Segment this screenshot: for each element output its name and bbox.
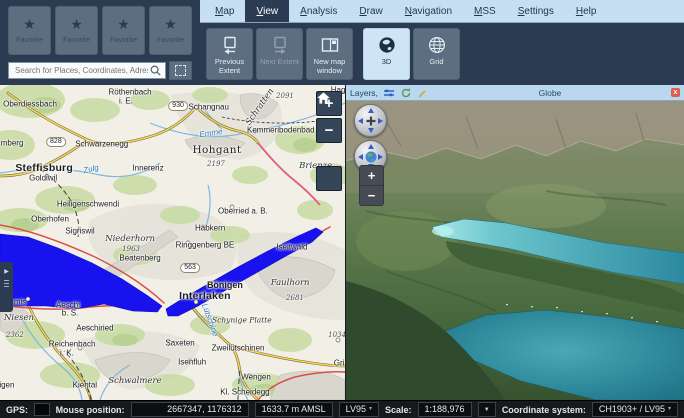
ribbon-button-label: Grid — [429, 57, 443, 66]
tab-draw[interactable]: Draw — [348, 0, 393, 22]
globe-zoom-widget: + − — [359, 165, 384, 206]
ribbon-button-3d[interactable]: 3D — [363, 28, 410, 80]
globe-zoom-out-button[interactable]: − — [360, 185, 383, 205]
arrow-down-icon — [368, 128, 374, 133]
star-icon: ★ — [117, 18, 130, 31]
search-box — [8, 62, 166, 79]
globe-grid-icon — [427, 34, 447, 55]
favorite-button-1[interactable]: ★ Favorite — [8, 6, 51, 55]
ribbon-button-label: Next Extent — [260, 57, 299, 66]
arrow-right-icon: ▶ — [4, 269, 9, 275]
chevron-down-icon: ▾ — [668, 404, 671, 415]
ribbon-button-grid[interactable]: Grid — [413, 28, 460, 80]
topbar: ★ Favorite ★ Favorite ★ Favorite ★ Favorite Map… — [0, 0, 684, 85]
refresh-icon[interactable] — [400, 87, 412, 99]
globe-panel: Layers, Globe x — [345, 85, 684, 400]
arrow-right-icon — [378, 154, 383, 160]
panel-handle[interactable]: ▶ — [0, 262, 13, 312]
favorite-label: Favorite — [63, 35, 90, 44]
favorites-row: ★ Favorite ★ Favorite ★ Favorite ★ Favorite — [8, 6, 192, 55]
layers-label[interactable]: Layers, — [350, 88, 378, 98]
gps-label: GPS: — [6, 405, 28, 415]
ribbon-button-previous-extent[interactable]: Previous Extent — [206, 28, 253, 80]
ribbon-button-label: Previous Extent — [207, 57, 252, 76]
chevron-down-icon: ▼ — [484, 407, 490, 413]
chevron-down-icon: ▾ — [369, 404, 372, 415]
tools-icon[interactable] — [417, 87, 429, 99]
tab-mss[interactable]: MSS — [463, 0, 507, 22]
pan-cross-icon — [365, 115, 376, 126]
mouse-position-value: 2667347, 1176312 — [131, 402, 249, 417]
star-icon: ★ — [164, 18, 177, 31]
mouse-position-label: Mouse position: — [56, 405, 125, 415]
select-extent-button[interactable] — [169, 61, 192, 80]
elevation-value: 1633.7 m AMSL — [255, 402, 333, 417]
zoom-out-button[interactable]: − — [316, 118, 342, 143]
menubar: MapViewAnalysisDrawNavigationMSSSettings… — [200, 0, 684, 23]
favorite-button-3[interactable]: ★ Favorite — [102, 6, 145, 55]
globe-3d-icon — [377, 34, 397, 55]
globe-icon — [364, 150, 377, 163]
search-input[interactable] — [13, 65, 150, 76]
tab-view[interactable]: View — [245, 0, 289, 22]
tab-map[interactable]: Map — [204, 0, 245, 22]
arrow-right-icon — [378, 118, 383, 124]
map-2d-view[interactable]: OberdiessbachRöthenbachi. E.930Schangnau… — [0, 85, 345, 400]
vertical-datum-select[interactable]: LV95▾ — [339, 402, 379, 417]
favorite-label: Favorite — [110, 35, 137, 44]
close-button[interactable]: x — [671, 88, 680, 97]
scale-value[interactable]: 1:188,976 — [418, 402, 472, 417]
nav-pan-knob[interactable] — [354, 104, 387, 137]
statusbar: GPS: Mouse position: 2667347, 1176312 16… — [0, 400, 684, 418]
scale-label: Scale: — [385, 405, 412, 415]
gps-indicator[interactable] — [34, 403, 50, 416]
map-2d-canvas — [0, 85, 345, 400]
arrow-left-icon — [358, 118, 363, 124]
ribbon: Previous Extent Next Extent New map window… — [200, 23, 684, 85]
next-extent-icon — [270, 34, 290, 55]
favorite-label: Favorite — [157, 35, 184, 44]
globe-3d-canvas — [346, 101, 684, 400]
main-area: OberdiessbachRöthenbachi. E.930Schangnau… — [0, 85, 684, 400]
arrow-up-icon — [368, 144, 374, 149]
ribbon-button-new-map-window[interactable]: New map window — [306, 28, 353, 80]
ribbon-button-next-extent: Next Extent — [256, 28, 303, 80]
favorite-label: Favorite — [16, 35, 43, 44]
globe-title: Globe — [434, 88, 666, 98]
previous-extent-icon — [220, 34, 240, 55]
scale-dropdown-button[interactable]: ▼ — [478, 402, 496, 417]
favorite-button-4[interactable]: ★ Favorite — [149, 6, 192, 55]
star-icon: ★ — [23, 18, 36, 31]
favorite-button-2[interactable]: ★ Favorite — [55, 6, 98, 55]
app-window: ★ Favorite ★ Favorite ★ Favorite ★ Favorite Map… — [0, 0, 684, 418]
tab-settings[interactable]: Settings — [507, 0, 565, 22]
ribbon-button-label: New map window — [307, 57, 352, 76]
tab-analysis[interactable]: Analysis — [289, 0, 348, 22]
globe-header: Layers, Globe x — [346, 85, 684, 101]
close-icon: x — [674, 89, 678, 96]
coordinate-system-select[interactable]: CH1903+ / LV95▾ — [592, 402, 678, 417]
globe-zoom-in-button[interactable]: + — [360, 166, 383, 185]
new-map-window-icon — [320, 34, 340, 55]
arrow-up-icon — [368, 108, 374, 113]
select-extent-icon — [175, 65, 186, 76]
tab-help[interactable]: Help — [565, 0, 608, 22]
panel-handle-ticks — [4, 280, 9, 287]
arrow-left-icon — [358, 154, 363, 160]
ribbon-button-label: 3D — [382, 57, 392, 66]
home-button[interactable] — [316, 166, 342, 191]
coordinate-system-label: Coordinate system: — [502, 405, 586, 415]
star-icon: ★ — [70, 18, 83, 31]
globe-3d-view[interactable]: + − — [346, 101, 684, 400]
favorites-panel: ★ Favorite ★ Favorite ★ Favorite ★ Favorite — [0, 0, 200, 85]
search-icon[interactable] — [150, 65, 161, 76]
layer-adjust-icon[interactable] — [383, 88, 395, 98]
tab-navigation[interactable]: Navigation — [394, 0, 463, 22]
